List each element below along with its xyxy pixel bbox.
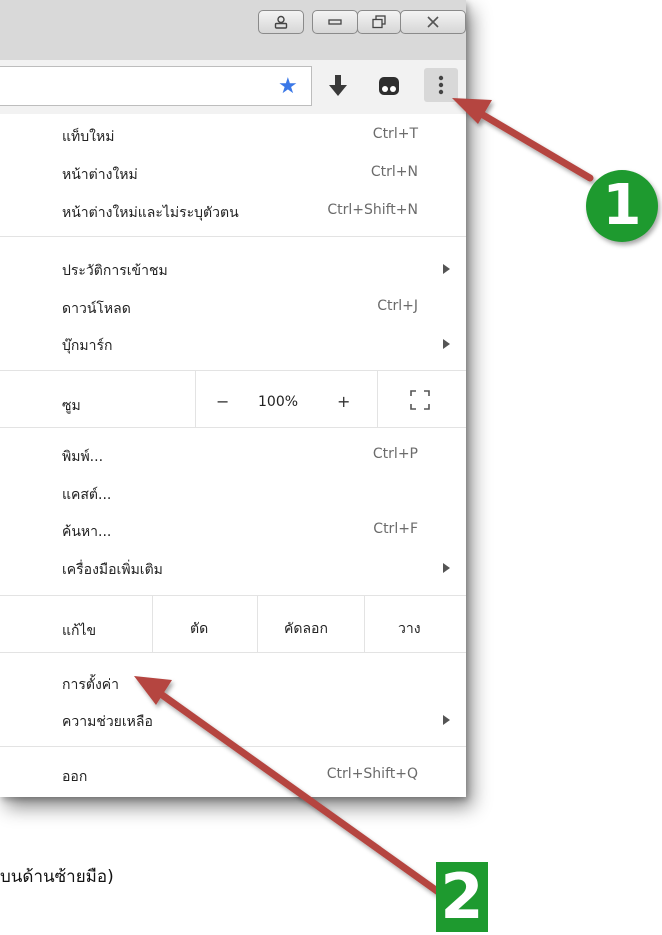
step-2-number: 2 [440, 860, 484, 933]
annotation-arrows [134, 98, 594, 900]
step-1-badge: 1 [586, 170, 658, 242]
arrow-to-settings [134, 676, 448, 900]
step-2-badge: 2 [436, 862, 488, 932]
step-1-number: 1 [602, 173, 642, 238]
arrow-to-menu-button [452, 98, 594, 182]
